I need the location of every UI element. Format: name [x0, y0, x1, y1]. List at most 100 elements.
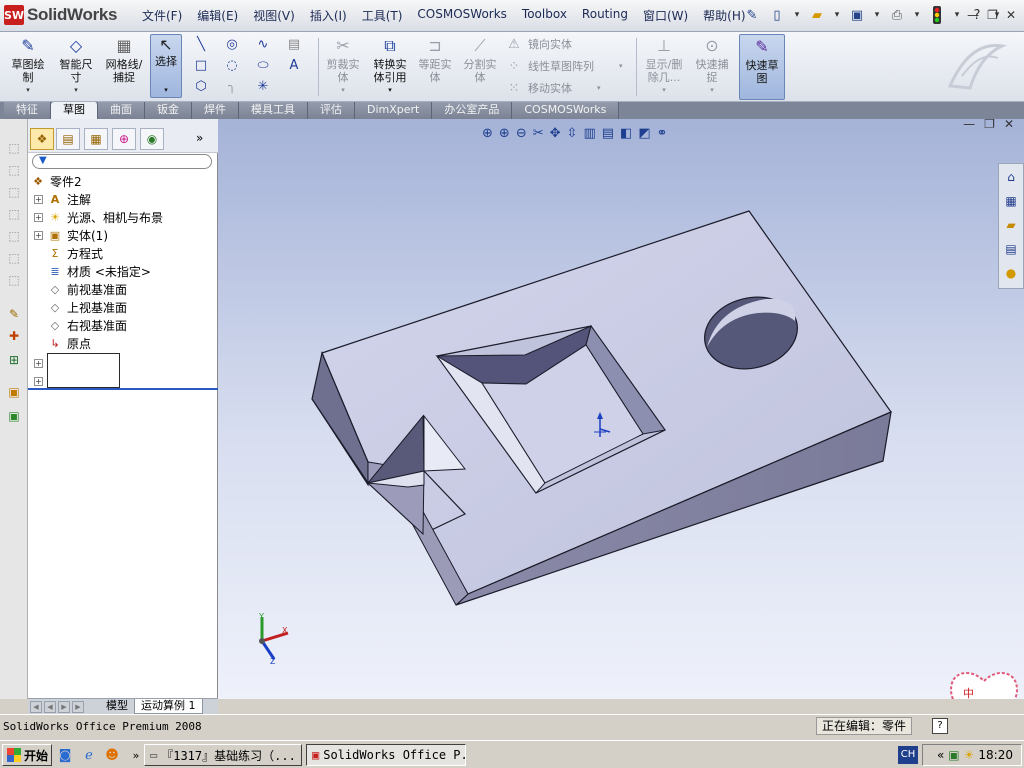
centerline-grid-icon[interactable]: ▤: [279, 34, 309, 54]
print-icon[interactable]: ⎙: [887, 5, 907, 25]
ie-icon[interactable]: ℯ: [80, 746, 98, 764]
tab-sketch[interactable]: 草图: [51, 102, 98, 119]
view-cube-icon[interactable]: ⬚: [5, 271, 23, 289]
sketch-pencil-icon[interactable]: ✎: [5, 305, 23, 323]
taskbar-item-practice[interactable]: ▭ 『1317』基础练习（...: [144, 744, 302, 766]
tab-cosmosworks[interactable]: COSMOSWorks: [512, 102, 620, 119]
menu-insert[interactable]: 插入(I): [310, 7, 347, 24]
new-document-icon[interactable]: ▯: [767, 5, 787, 25]
smart-dimension-button[interactable]: ◇ 智能尺 寸 ▾: [54, 34, 98, 100]
move-entities-button[interactable]: ⁙ 移动实体 ▾: [505, 80, 601, 96]
previous-view-icon[interactable]: ⊖: [516, 126, 527, 141]
print-dropdown-icon[interactable]: ▾: [912, 5, 922, 25]
convert-entities-button[interactable]: ⧉ 转换实 体引用 ▾: [368, 34, 412, 100]
expand-icon[interactable]: +: [34, 194, 43, 204]
tree-item-rename-field[interactable]: [47, 353, 120, 388]
start-button[interactable]: 开始: [2, 744, 52, 766]
apply-scene-icon[interactable]: ⚭: [657, 126, 668, 141]
layer-icon[interactable]: ▣: [5, 383, 23, 401]
menu-tools[interactable]: 工具(T): [362, 7, 403, 24]
menu-help[interactable]: 帮助(H): [703, 7, 745, 24]
doc-minimize-icon[interactable]: —: [963, 119, 975, 131]
expand-icon[interactable]: +: [34, 212, 43, 222]
tray-expand-icon[interactable]: «: [937, 748, 944, 762]
tab-features[interactable]: 特征: [4, 102, 51, 119]
doc-close-icon[interactable]: ✕: [1004, 119, 1014, 131]
hide-show-icon[interactable]: ◧: [620, 126, 632, 141]
view-cube-icon[interactable]: ⬚: [5, 205, 23, 223]
point-icon[interactable]: ✳: [248, 76, 278, 96]
tray-app-icon[interactable]: ▣: [948, 748, 959, 762]
open-folder-icon[interactable]: ▰: [807, 5, 827, 25]
pin-icon[interactable]: ✎: [742, 5, 762, 25]
last-tab-icon[interactable]: ▶: [72, 700, 84, 713]
zoom-to-area-icon[interactable]: ⊕: [499, 126, 510, 141]
quick-snaps-button[interactable]: ⊙ 快速捕 捉 ▾: [690, 34, 734, 100]
tray-weather-icon[interactable]: ☀: [964, 748, 975, 762]
rebuild-dropdown-icon[interactable]: ▾: [952, 5, 962, 25]
add-relation-icon[interactable]: ✚: [5, 327, 23, 345]
configuration-manager-tab-icon[interactable]: ▦: [84, 128, 108, 150]
display-manager-tab-icon[interactable]: ◉: [140, 128, 164, 150]
expand-chevron-icon[interactable]: »: [196, 131, 203, 145]
taskbar-item-solidworks[interactable]: ▣ SolidWorks Office P...: [306, 744, 466, 766]
next-tab-icon[interactable]: ▶: [58, 700, 70, 713]
dimxpert-manager-tab-icon[interactable]: ⊕: [112, 128, 136, 150]
view-cube-icon[interactable]: ⬚: [5, 249, 23, 267]
relations-icon[interactable]: ⊞: [5, 351, 23, 369]
menu-file[interactable]: 文件(F): [142, 7, 182, 24]
graphics-area[interactable]: Y X Z ⊕ ⊕ ⊖ ✂ ✥ ⇳ ▥ ▤ ◧ ◩ ⚭ — ❐ ✕ ⌂ ▦ ▰ …: [218, 119, 1024, 699]
prev-tab-icon[interactable]: ◀: [44, 700, 56, 713]
tree-item-origin[interactable]: ↳ 原点: [28, 334, 218, 352]
linear-pattern-button[interactable]: ⁘ 线性草图阵列 ▾: [505, 58, 623, 74]
view-cube-icon[interactable]: ⬚: [5, 139, 23, 157]
tree-item-equations[interactable]: Σ 方程式: [28, 244, 218, 262]
help-icon[interactable]: ?: [932, 718, 948, 734]
view-cube-icon[interactable]: ⬚: [5, 183, 23, 201]
input-language-indicator[interactable]: CH: [898, 746, 918, 764]
feature-tree-tab-icon[interactable]: ❖: [30, 128, 54, 150]
view-cube-icon[interactable]: ⬚: [5, 227, 23, 245]
tab-sheet-metal[interactable]: 钣金: [145, 102, 192, 119]
qq-icon[interactable]: ☻: [103, 746, 121, 764]
tree-item-lights-cameras[interactable]: + ☀ 光源、相机与布景: [28, 208, 218, 226]
first-tab-icon[interactable]: ◀: [30, 700, 42, 713]
tree-item-solid-bodies[interactable]: + ▣ 实体(1): [28, 226, 218, 244]
circle-icon[interactable]: ◎: [217, 34, 247, 54]
tree-item-right-plane[interactable]: ◇ 右视基准面: [28, 316, 218, 334]
sketch-button[interactable]: ✎ 草图绘 制 ▾: [6, 34, 50, 100]
restore-icon[interactable]: ❐: [987, 8, 998, 22]
tab-model[interactable]: 模型: [100, 699, 134, 714]
tree-item-front-plane[interactable]: ◇ 前视基准面: [28, 280, 218, 298]
arc-icon[interactable]: ◌: [217, 55, 247, 75]
expand-icon[interactable]: +: [34, 230, 43, 240]
save-dropdown-icon[interactable]: ▾: [872, 5, 882, 25]
minimize-icon[interactable]: —: [967, 8, 979, 22]
edit-appearance-icon[interactable]: ◩: [638, 126, 650, 141]
tab-motion-study[interactable]: 运动算例 1: [134, 699, 203, 714]
open-dropdown-icon[interactable]: ▾: [832, 5, 842, 25]
property-manager-tab-icon[interactable]: ▤: [56, 128, 80, 150]
menu-cosmosworks[interactable]: COSMOSWorks: [417, 7, 507, 24]
show-desktop-icon[interactable]: ◙: [56, 746, 74, 764]
save-icon[interactable]: ▣: [847, 5, 867, 25]
new-dropdown-icon[interactable]: ▾: [792, 5, 802, 25]
rotate-icon[interactable]: ⇳: [567, 126, 578, 141]
menu-toolbox[interactable]: Toolbox: [522, 7, 567, 24]
tab-surfaces[interactable]: 曲面: [98, 102, 145, 119]
select-button[interactable]: ↖ 选择 ▾: [150, 34, 182, 98]
close-icon[interactable]: ✕: [1006, 8, 1016, 22]
rollback-bar[interactable]: [28, 388, 218, 390]
solidworks-logo[interactable]: SW SolidWorks: [4, 4, 118, 26]
mirror-entities-button[interactable]: ⚠ 镜向实体: [505, 36, 572, 52]
tab-mold-tools[interactable]: 模具工具: [239, 102, 308, 119]
view-palette-icon[interactable]: ▤: [1002, 240, 1020, 258]
menu-view[interactable]: 视图(V): [253, 7, 295, 24]
expand-icon[interactable]: +: [34, 358, 43, 368]
tree-item-material[interactable]: ≣ 材质 <未指定>: [28, 262, 218, 280]
ime-badge-icon[interactable]: [946, 667, 1022, 699]
rapid-sketch-button[interactable]: ✎ 快速草 图: [739, 34, 785, 100]
rectangle-icon[interactable]: □: [186, 55, 216, 75]
tree-root[interactable]: ❖ 零件2: [28, 172, 218, 190]
tab-dimxpert[interactable]: DimXpert: [355, 102, 433, 119]
